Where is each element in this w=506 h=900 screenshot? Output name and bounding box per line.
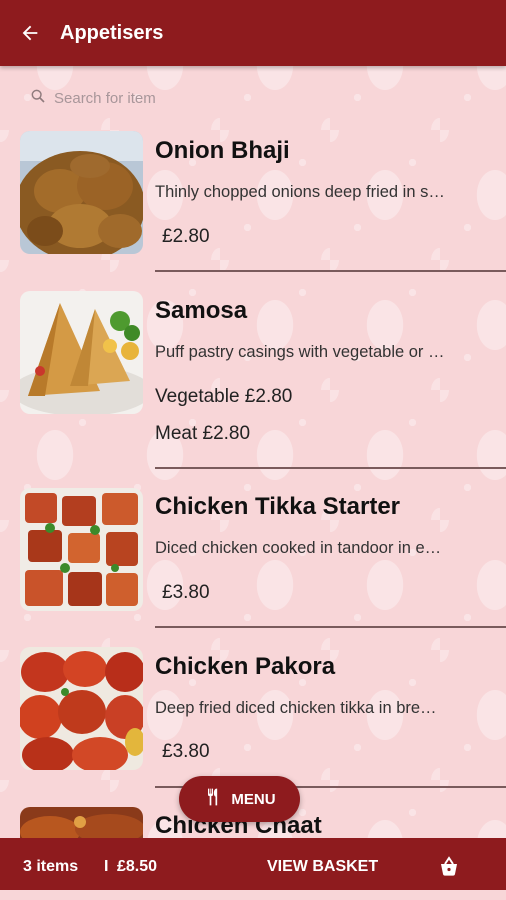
item-description: Thinly chopped onions deep fried in s… — [155, 183, 445, 201]
arrow-left-icon[interactable] — [18, 21, 42, 45]
chicken-pakora-image — [20, 647, 143, 770]
samosa-image — [20, 291, 143, 414]
item-price: £3.80 — [162, 741, 210, 762]
menu-button[interactable]: MENU — [179, 776, 300, 822]
search-icon — [30, 88, 46, 108]
bottom-strip — [0, 890, 506, 900]
item-name: Chicken Pakora — [155, 653, 336, 680]
app-bar: Appetisers — [0, 0, 506, 66]
basket-total: £8.50 — [117, 858, 158, 875]
item-description: Diced chicken cooked in tandoor in e… — [155, 539, 442, 557]
page-title: Appetisers — [60, 21, 164, 44]
menu-button-label: MENU — [231, 790, 276, 808]
item-name: Chicken Tikka Starter — [155, 493, 401, 520]
basket-icon[interactable] — [437, 855, 461, 879]
basket-separator: I — [104, 858, 109, 875]
divider — [155, 626, 506, 628]
item-description: Puff pastry casings with vegetable or … — [155, 343, 445, 361]
chicken-tikka-image — [20, 488, 143, 611]
item-price: £2.80 — [162, 226, 210, 247]
item-name: Onion Bhaji — [155, 137, 290, 164]
item-name: Samosa — [155, 297, 248, 324]
onion-bhaji-image — [20, 131, 143, 254]
search-input[interactable] — [54, 89, 254, 107]
divider — [155, 467, 506, 469]
item-description: Deep fried diced chicken tikka in bre… — [155, 699, 437, 717]
basket-item-count: 3 items — [23, 858, 79, 875]
fork-knife-icon — [203, 787, 223, 811]
item-price: £3.80 — [162, 582, 210, 603]
search-bar[interactable] — [30, 86, 254, 110]
view-basket-button[interactable]: VIEW BASKET — [267, 858, 378, 876]
item-price: Meat £2.80 — [155, 423, 251, 444]
item-price: Vegetable £2.80 — [155, 386, 293, 407]
divider — [155, 270, 506, 272]
